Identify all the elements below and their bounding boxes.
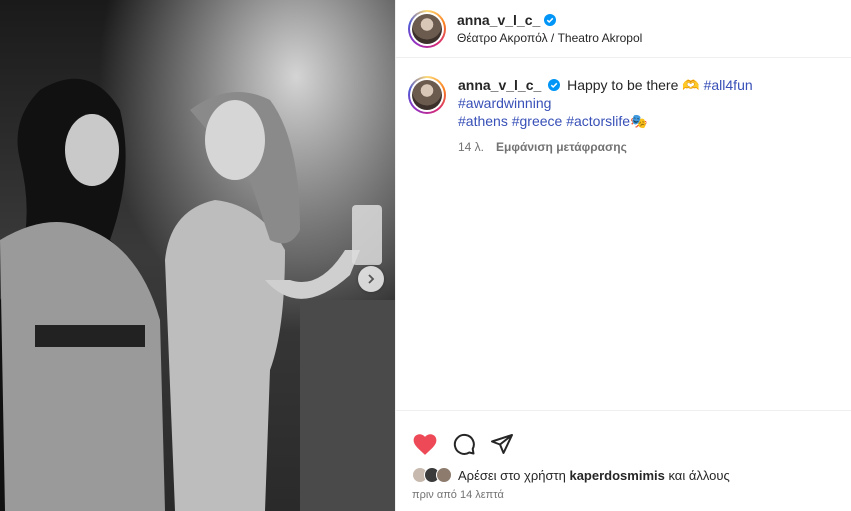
see-translation-button[interactable]: Εμφάνιση μετάφρασης	[496, 138, 627, 156]
header-username[interactable]: anna_v_l_c_	[457, 12, 642, 28]
likes-prefix: Αρέσει στο χρήστη	[458, 467, 566, 483]
caption: anna_v_l_c_ Happy to be there 🫶 #all4fun…	[396, 58, 851, 156]
share-icon	[491, 434, 513, 454]
post-photo[interactable]	[0, 0, 395, 511]
hashtags-line-2[interactable]: #athens #greece #actorslife🎭	[458, 113, 647, 129]
caption-body: Happy to be there 🫶	[567, 77, 700, 93]
likes-summary: Αρέσει στο χρήστη kaperdosmimis και άλλο…	[396, 467, 851, 483]
post-header: anna_v_l_c_ Θέατρο Ακροπόλ / Theatro Akr…	[396, 0, 851, 58]
liker-avatars[interactable]	[412, 467, 452, 483]
liker-username[interactable]: kaperdosmimis	[569, 468, 664, 483]
chevron-right-icon	[368, 274, 375, 284]
next-photo-button[interactable]	[358, 266, 384, 292]
like-button[interactable]	[412, 432, 438, 456]
caption-age: 14 λ.	[458, 140, 485, 154]
comment-icon	[453, 433, 475, 455]
verified-badge-icon	[548, 79, 561, 91]
share-button[interactable]	[490, 432, 514, 456]
post-panel: anna_v_l_c_ Θέατρο Ακροπόλ / Theatro Akr…	[395, 0, 851, 511]
avatar[interactable]	[408, 9, 446, 48]
caption-text: anna_v_l_c_ Happy to be there 🫶 #all4fun…	[458, 76, 838, 130]
caption-username[interactable]: anna_v_l_c_	[458, 77, 541, 93]
likes-suffix[interactable]: και άλλους	[668, 468, 729, 483]
post-view: anna_v_l_c_ Θέατρο Ακροπόλ / Theatro Akr…	[0, 0, 851, 511]
location-link[interactable]: Θέατρο Ακροπόλ / Theatro Akropol	[457, 31, 642, 45]
post-timestamp: πριν από 14 λεπτά	[412, 489, 504, 501]
comment-button[interactable]	[452, 432, 476, 456]
heart-icon	[413, 434, 437, 455]
verified-badge-icon	[544, 14, 557, 26]
post-image	[0, 0, 395, 511]
action-bar	[396, 411, 851, 463]
actions-section: Αρέσει στο χρήστη kaperdosmimis και άλλο…	[396, 410, 851, 511]
caption-avatar[interactable]	[408, 76, 446, 114]
